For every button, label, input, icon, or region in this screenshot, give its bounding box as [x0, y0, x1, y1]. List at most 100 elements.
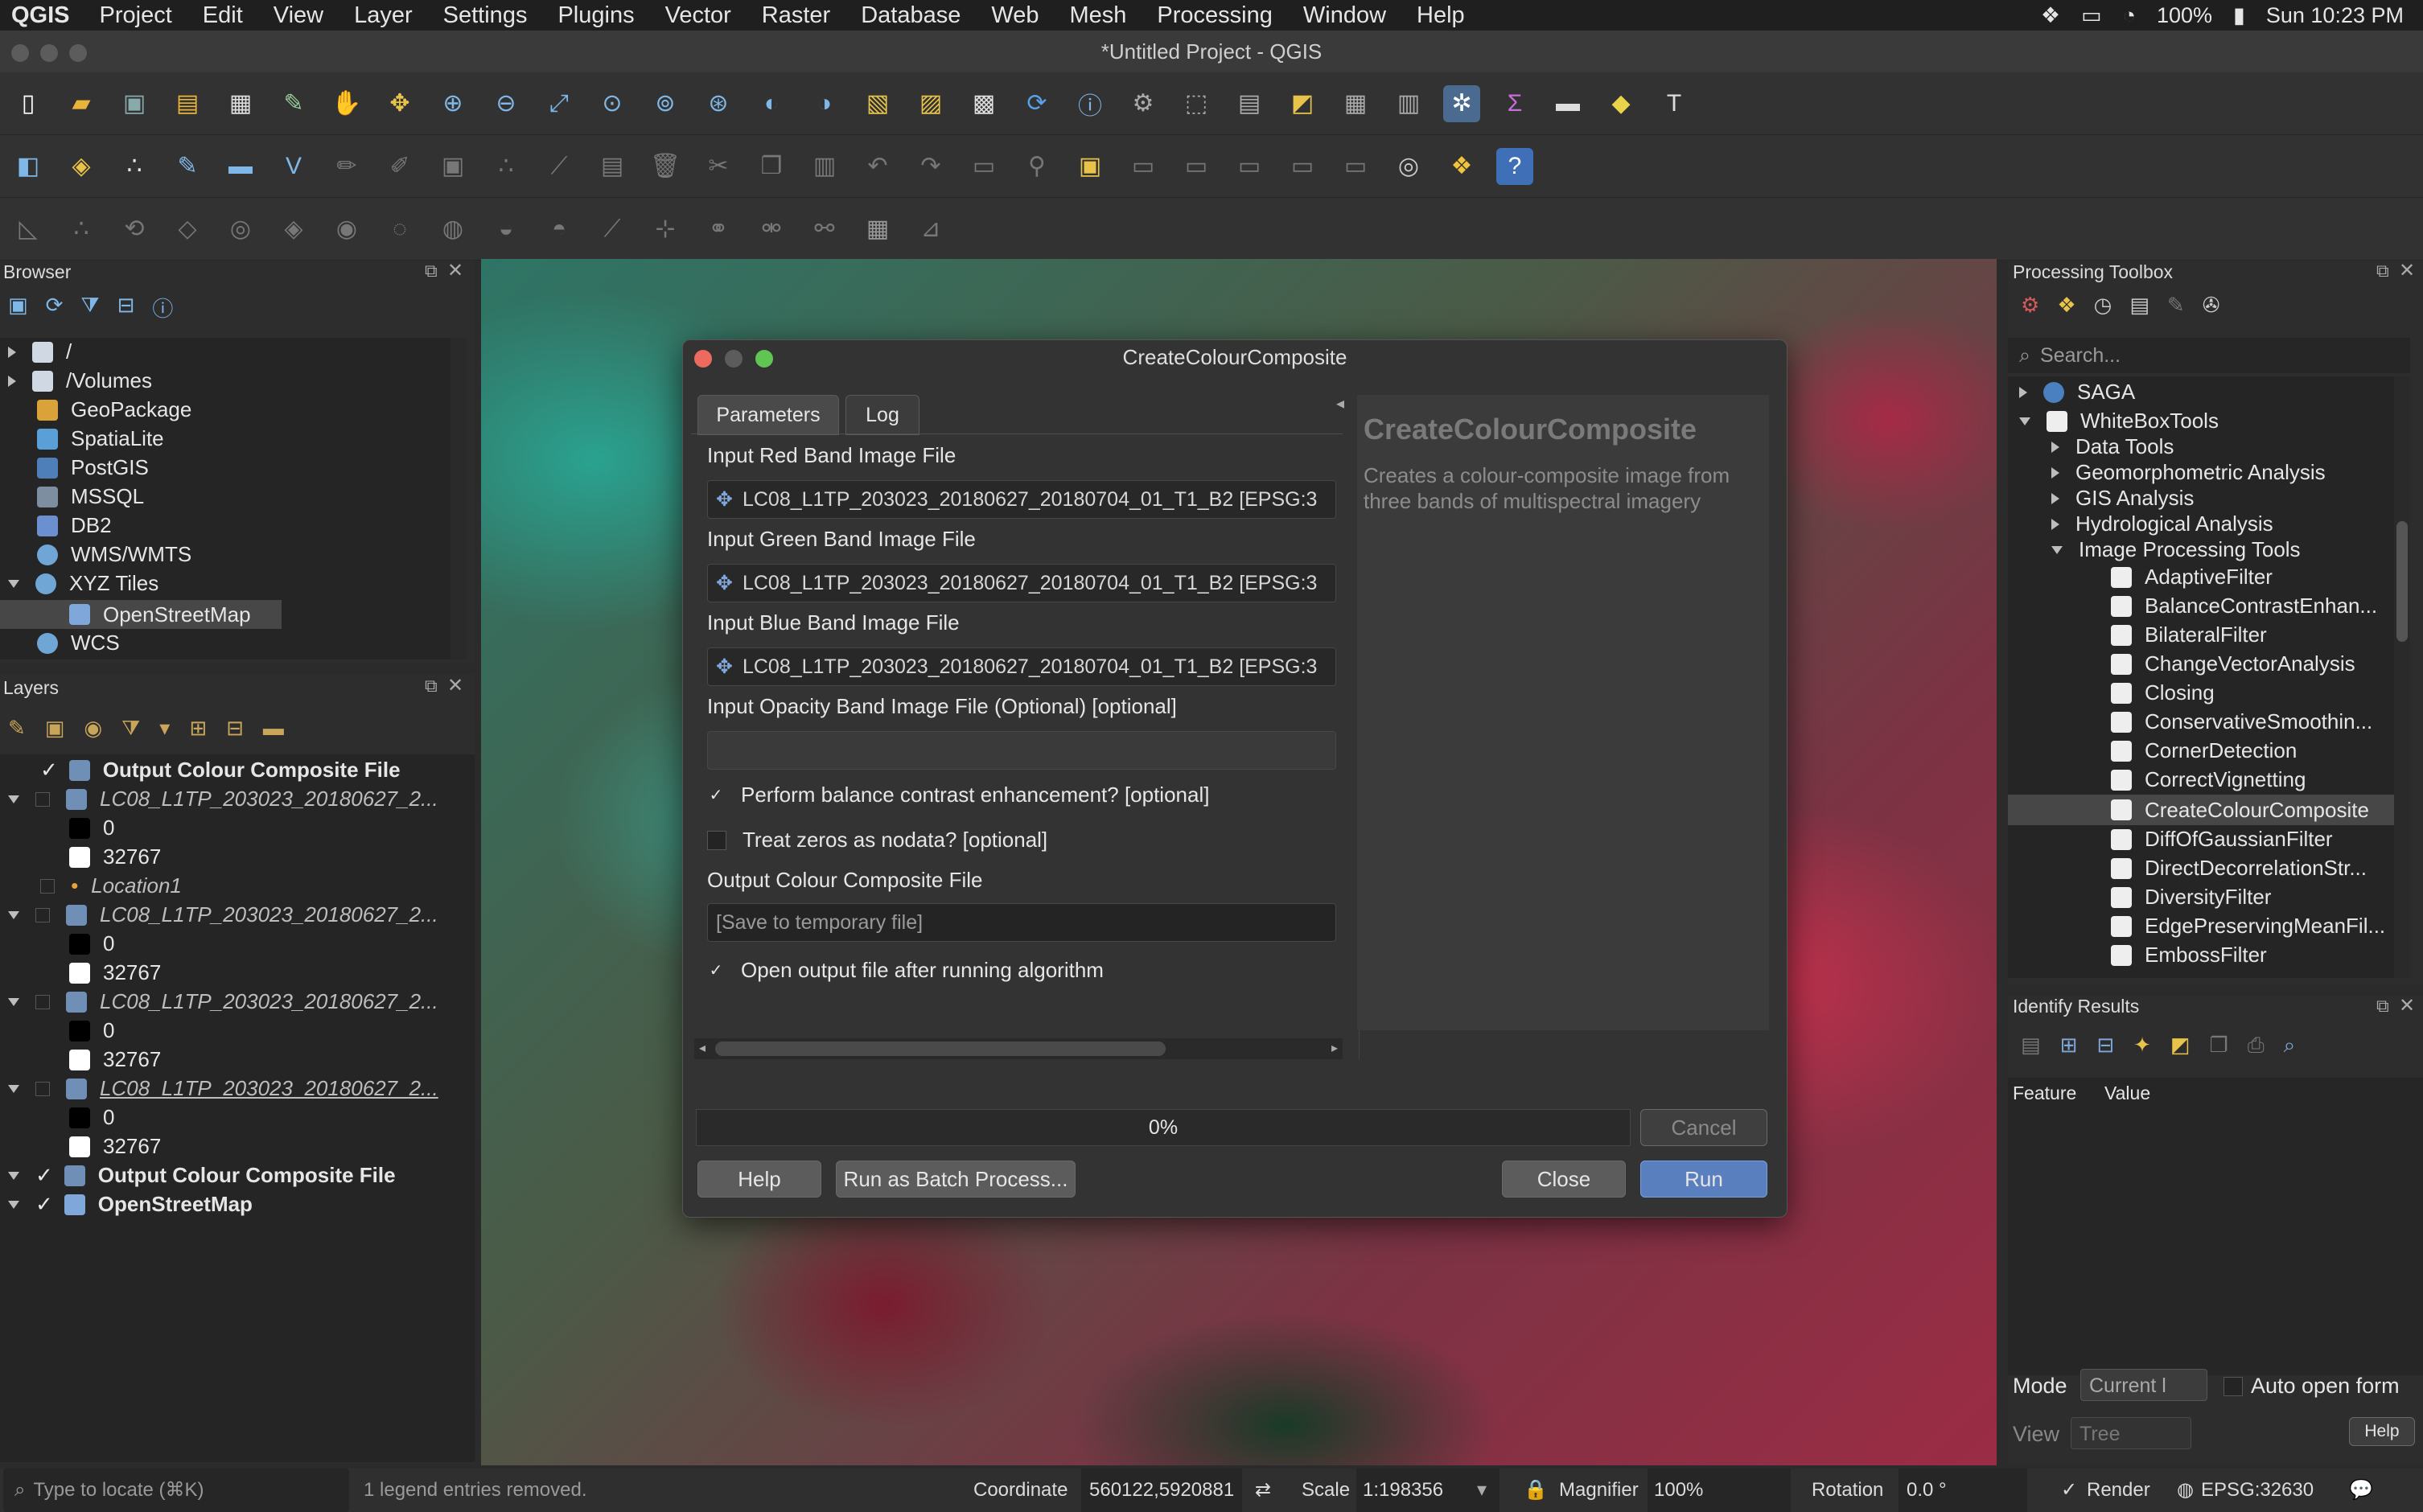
- layer-item[interactable]: LC08_L1TP_203023_20180627_2...: [8, 787, 438, 811]
- modify-attributes-icon[interactable]: ▤: [594, 148, 631, 185]
- simplify-feature-icon[interactable]: ◇: [169, 211, 206, 248]
- move-label-icon[interactable]: ▭: [1178, 148, 1215, 185]
- tool-item[interactable]: CornerDetection: [2111, 738, 2297, 763]
- tool-item-selected[interactable]: CreateColourComposite: [2008, 795, 2396, 825]
- options-icon[interactable]: ✇: [2203, 293, 2220, 318]
- tab-parameters[interactable]: Parameters: [697, 395, 839, 435]
- merge-features-icon[interactable]: ⚭: [700, 211, 737, 248]
- map-tips-icon[interactable]: ◆: [1602, 85, 1639, 122]
- data-source-manager-icon[interactable]: ◧: [10, 148, 47, 185]
- checkbox-checked-icon[interactable]: ✓: [40, 758, 58, 783]
- collapse-arrow-icon[interactable]: [8, 1084, 19, 1093]
- expand-arrow-icon[interactable]: [2019, 386, 2027, 398]
- collapse-arrow-icon[interactable]: [8, 1171, 19, 1180]
- zoom-in-icon[interactable]: ⊕: [434, 85, 471, 122]
- filter-icon[interactable]: ⧩: [80, 293, 99, 323]
- save-project-icon[interactable]: ▣: [116, 85, 153, 122]
- scrollbar-thumb[interactable]: [715, 1042, 1166, 1056]
- auto-open-checkbox[interactable]: [2223, 1377, 2243, 1396]
- attribute-table-icon[interactable]: ▦: [1337, 85, 1374, 122]
- cut-features-icon[interactable]: ✂: [700, 148, 737, 185]
- tool-item[interactable]: ChangeVectorAnalysis: [2111, 651, 2355, 676]
- dialog-close-button[interactable]: [694, 350, 712, 368]
- new-bookmark-icon[interactable]: ▨: [912, 85, 949, 122]
- group-data-tools[interactable]: Data Tools: [2051, 434, 2174, 459]
- undock-icon[interactable]: ⧉: [2376, 996, 2389, 1017]
- checkbox-checked-icon[interactable]: ✓: [2061, 1469, 2077, 1512]
- rotate-feature-icon[interactable]: ⟲: [116, 211, 153, 248]
- messages-icon[interactable]: 💬: [2349, 1469, 2373, 1512]
- help-button[interactable]: Help: [697, 1161, 821, 1198]
- crs-button[interactable]: EPSG:32630: [2201, 1469, 2314, 1512]
- undo-icon[interactable]: ↶: [859, 148, 896, 185]
- expand-new-icon[interactable]: ✦: [2133, 1033, 2151, 1058]
- browser-item[interactable]: MSSQL: [37, 484, 144, 509]
- text-annotation-icon[interactable]: T: [1656, 85, 1693, 122]
- tool-item[interactable]: DiversityFilter: [2111, 885, 2271, 910]
- trim-extend-icon[interactable]: ⊿: [912, 211, 949, 248]
- vertex-tool-icon[interactable]: ⟋: [541, 148, 578, 185]
- collapse-arrow-icon[interactable]: [8, 1200, 19, 1209]
- new-geopackage-layer-icon[interactable]: ◈: [63, 148, 100, 185]
- menu-processing[interactable]: Processing: [1142, 2, 1287, 29]
- virtual-layer-icon[interactable]: V: [275, 148, 312, 185]
- collapse-all-icon[interactable]: ⊟: [117, 293, 135, 323]
- chevron-down-icon[interactable]: ▾: [1477, 1469, 1487, 1512]
- zoom-full-icon[interactable]: ⤢: [541, 85, 578, 122]
- deselect-all-icon[interactable]: ◩: [1284, 85, 1321, 122]
- browser-item[interactable]: XYZ Tiles: [8, 571, 158, 596]
- menu-help[interactable]: Help: [1401, 2, 1480, 29]
- collapse-arrow-icon[interactable]: [8, 997, 19, 1006]
- tool-item[interactable]: BalanceContrastEnhan...: [2111, 594, 2377, 618]
- layer-item[interactable]: LC08_L1TP_203023_20180627_2...: [8, 1076, 438, 1101]
- toolbox-scrollbar[interactable]: [2394, 376, 2410, 978]
- expand-tree-icon[interactable]: ⊞: [2060, 1033, 2078, 1058]
- layer-item[interactable]: LC08_L1TP_203023_20180627_2...: [8, 902, 438, 927]
- close-panel-icon[interactable]: ✕: [447, 674, 463, 697]
- copy-feature-icon[interactable]: ❐: [2210, 1033, 2228, 1058]
- tool-item[interactable]: EmbossFilter: [2111, 943, 2267, 968]
- collapse-arrow-icon[interactable]: [8, 910, 19, 919]
- pan-icon[interactable]: ✋: [328, 85, 365, 122]
- copy-features-icon[interactable]: ❐: [753, 148, 790, 185]
- show-hide-labels-icon[interactable]: ▭: [1125, 148, 1162, 185]
- zeros-nodata-checkbox[interactable]: Treat zeros as nodata? [optional]: [707, 828, 1047, 853]
- browser-item-selected[interactable]: OpenStreetMap: [0, 600, 282, 629]
- digitize-icon[interactable]: ✎: [169, 148, 206, 185]
- locator-input[interactable]: ⌕ Type to locate (⌘K): [3, 1469, 349, 1512]
- delete-ring-icon[interactable]: ◌: [381, 211, 418, 248]
- run-button[interactable]: Run: [1640, 1161, 1767, 1198]
- expand-all-icon[interactable]: ⊞: [189, 716, 207, 742]
- tool-item[interactable]: Closing: [2111, 680, 2215, 705]
- close-panel-icon[interactable]: ✕: [2399, 994, 2415, 1017]
- fill-ring-icon[interactable]: ◉: [328, 211, 365, 248]
- tool-item[interactable]: EdgePreservingMeanFil...: [2111, 914, 2385, 939]
- close-panel-icon[interactable]: ✕: [2399, 259, 2415, 282]
- checkbox-checked-icon[interactable]: ✓: [35, 1163, 53, 1188]
- measure-icon[interactable]: ▬: [1549, 85, 1586, 122]
- menu-settings[interactable]: Settings: [428, 2, 543, 29]
- menu-project[interactable]: Project: [84, 2, 187, 29]
- blue-band-select[interactable]: ✥ LC08_L1TP_203023_20180627_20180704_01_T…: [707, 647, 1336, 686]
- output-file-input[interactable]: [Save to temporary file]: [707, 903, 1336, 942]
- menu-vector[interactable]: Vector: [650, 2, 747, 29]
- show-bookmarks-icon[interactable]: ▩: [965, 85, 1002, 122]
- browser-scrollbar[interactable]: [450, 338, 467, 659]
- info-icon[interactable]: ⓘ: [152, 293, 173, 323]
- checkbox-checked-icon[interactable]: ✓: [707, 962, 725, 980]
- group-image-processing[interactable]: Image Processing Tools: [2051, 537, 2301, 562]
- add-group-icon[interactable]: ▣: [45, 716, 65, 742]
- checkbox-unchecked[interactable]: [35, 1081, 50, 1096]
- rotation-input[interactable]: 0.0 °: [1898, 1469, 2027, 1512]
- zoom-layer-icon[interactable]: ⊚: [647, 85, 684, 122]
- checkbox-checked-icon[interactable]: ✓: [707, 787, 725, 804]
- offset-point-symbols-icon[interactable]: ▦: [859, 211, 896, 248]
- collapse-all-icon[interactable]: ⊟: [226, 716, 244, 742]
- open-output-checkbox[interactable]: ✓ Open output file after running algorith…: [707, 958, 1104, 983]
- new-layer-icon[interactable]: ▬: [222, 148, 259, 185]
- window-close-button[interactable]: [11, 44, 29, 62]
- merge-attributes-icon[interactable]: ⚮: [753, 211, 790, 248]
- zoom-next-icon[interactable]: ◑: [806, 85, 843, 122]
- results-viewer-icon[interactable]: ▤: [2129, 293, 2149, 318]
- window-minimize-button[interactable]: [40, 44, 58, 62]
